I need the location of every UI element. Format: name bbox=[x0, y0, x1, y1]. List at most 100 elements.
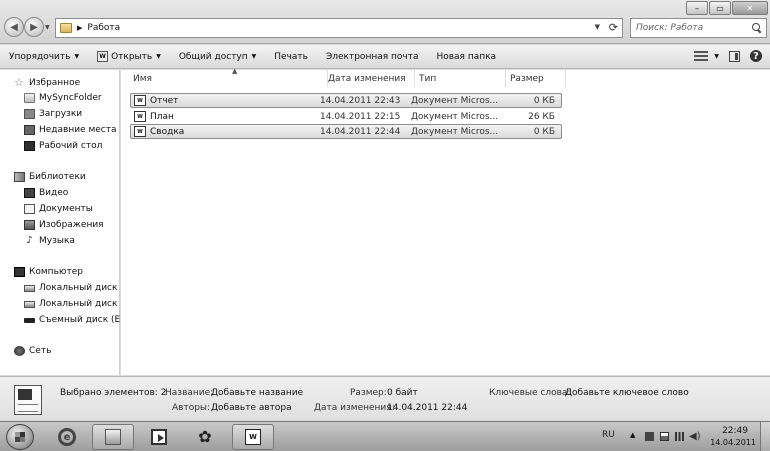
word-icon: W bbox=[245, 429, 261, 445]
word-icon: W bbox=[97, 51, 109, 62]
nav-favorites-label: Избранное bbox=[29, 77, 81, 88]
file-date: 14.04.2011 22:15 bbox=[320, 111, 401, 122]
folder-icon bbox=[60, 23, 72, 33]
address-dropdown-icon[interactable]: ▼ bbox=[595, 23, 600, 31]
recent-pages-dropdown[interactable]: ▼ bbox=[45, 24, 50, 31]
desktop-icon bbox=[24, 141, 35, 151]
file-type: Документ Micros... bbox=[411, 95, 499, 106]
word-document-icon: W bbox=[134, 111, 146, 122]
new-folder-button[interactable]: Новая папка bbox=[427, 46, 505, 68]
title-bar: – ▭ ✕ ◀ ▶ ▼ ▶ Работа ▼ ⟳ Поиск: Работа bbox=[0, 0, 770, 44]
search-input[interactable]: Поиск: Работа bbox=[636, 23, 752, 33]
sort-ascending-icon: ▲ bbox=[232, 67, 238, 75]
share-button[interactable]: Общий доступ ▼ bbox=[170, 46, 265, 68]
organize-label: Упорядочить bbox=[9, 51, 71, 62]
taskbar-ie-button[interactable]: e bbox=[46, 424, 88, 450]
video-icon bbox=[24, 188, 35, 198]
battery-icon[interactable] bbox=[660, 432, 669, 441]
preview-pane-icon[interactable] bbox=[729, 50, 740, 62]
file-name: План bbox=[150, 111, 174, 122]
libraries-icon bbox=[14, 172, 25, 182]
print-label: Печать bbox=[274, 51, 308, 62]
view-options-icon[interactable] bbox=[694, 51, 709, 61]
start-button[interactable] bbox=[6, 424, 34, 450]
column-type-label: Тип bbox=[419, 73, 437, 84]
language-indicator[interactable]: RU bbox=[602, 430, 615, 440]
search-icon[interactable] bbox=[752, 23, 762, 33]
column-header-date[interactable]: Дата изменения bbox=[324, 70, 415, 87]
file-row[interactable]: W Сводка 14.04.2011 22:44 Документ Micro… bbox=[130, 124, 562, 139]
organize-button[interactable]: Упорядочить ▼ bbox=[0, 46, 88, 68]
size-value: 0 байт bbox=[387, 388, 418, 398]
back-button[interactable]: ◀ bbox=[4, 17, 24, 37]
authors-field[interactable]: Добавьте автора bbox=[211, 403, 292, 413]
column-name-label: Имя bbox=[133, 73, 152, 84]
share-label: Общий доступ bbox=[178, 51, 248, 62]
keywords-field[interactable]: Добавьте ключевое слово bbox=[565, 388, 689, 398]
volume-icon[interactable]: ◀) bbox=[689, 432, 701, 442]
maximize-button[interactable]: ▭ bbox=[709, 1, 731, 15]
file-name: Сводка bbox=[150, 126, 185, 137]
refresh-icon[interactable]: ⟳ bbox=[609, 21, 618, 34]
search-box[interactable]: Поиск: Работа bbox=[630, 18, 767, 38]
minimize-button[interactable]: – bbox=[686, 1, 708, 15]
column-header-type[interactable]: Тип bbox=[415, 70, 506, 87]
nav-computer[interactable]: Компьютер bbox=[14, 267, 130, 277]
close-button[interactable]: ✕ bbox=[732, 1, 768, 15]
nav-network[interactable]: Сеть bbox=[14, 346, 130, 356]
size-label: Размер: bbox=[350, 388, 387, 398]
new-folder-label: Новая папка bbox=[436, 51, 497, 62]
view-dropdown-icon[interactable]: ▼ bbox=[714, 53, 719, 60]
title-field[interactable]: Добавьте название bbox=[211, 388, 303, 398]
email-button[interactable]: Электронная почта bbox=[317, 46, 428, 68]
navigation-pane: ☆ Избранное MySyncFolder Загрузки Недавн… bbox=[0, 70, 131, 375]
column-header-size[interactable]: Размер bbox=[506, 70, 566, 87]
file-date: 14.04.2011 22:43 bbox=[320, 95, 401, 106]
print-button[interactable]: Печать bbox=[265, 46, 317, 68]
nav-network-label: Сеть bbox=[29, 346, 52, 356]
nav-item-label: Недавние места bbox=[39, 125, 117, 135]
star-icon: ☆ bbox=[14, 76, 24, 89]
clock-date[interactable]: 14.04.2011 bbox=[710, 438, 756, 447]
taskbar-media-player-button[interactable] bbox=[138, 424, 180, 450]
network-signal-icon[interactable] bbox=[675, 432, 684, 441]
nav-favorites[interactable]: ☆ Избранное bbox=[14, 76, 130, 89]
authors-label: Авторы: bbox=[172, 403, 211, 413]
nav-item-label: Съемный диск (E:) bbox=[39, 315, 127, 325]
file-size: 26 КБ bbox=[528, 111, 555, 122]
nav-libraries[interactable]: Библиотеки bbox=[14, 172, 130, 182]
file-size: 0 КБ bbox=[533, 95, 555, 106]
help-icon[interactable]: ? bbox=[750, 50, 762, 62]
system-tray: RU ▲ ◀) 22:49 14.04.2011 bbox=[590, 422, 770, 451]
word-document-icon: W bbox=[134, 95, 146, 106]
explorer-icon bbox=[105, 429, 121, 445]
breadcrumb-arrow-icon[interactable]: ▶ bbox=[77, 24, 82, 32]
action-center-icon[interactable] bbox=[645, 432, 654, 441]
word-document-icon: W bbox=[134, 126, 146, 137]
file-row[interactable]: W План 14.04.2011 22:15 Документ Micros.… bbox=[130, 109, 562, 124]
nav-item-label: Рабочий стол bbox=[39, 141, 103, 151]
taskbar: e ✿ W RU ▲ ◀) 22:49 14.04.2011 bbox=[0, 421, 770, 451]
file-row[interactable]: W Отчет 14.04.2011 22:43 Документ Micros… bbox=[130, 93, 562, 108]
folder-icon bbox=[24, 93, 35, 103]
column-size-label: Размер bbox=[510, 73, 544, 84]
show-hidden-icons[interactable]: ▲ bbox=[630, 431, 639, 440]
clock-time[interactable]: 22:49 bbox=[722, 426, 748, 436]
taskbar-explorer-button[interactable] bbox=[92, 424, 134, 450]
file-type: Документ Micros... bbox=[411, 111, 499, 122]
show-desktop-button[interactable] bbox=[760, 422, 770, 451]
open-button[interactable]: W Открыть ▼ bbox=[88, 46, 170, 68]
column-header-name[interactable]: Имя ▲ bbox=[129, 67, 328, 87]
breadcrumb-current[interactable]: Работа bbox=[87, 23, 120, 33]
media-player-icon bbox=[151, 429, 167, 445]
address-bar[interactable]: ▶ Работа ▼ ⟳ bbox=[55, 18, 623, 38]
keywords-label: Ключевые слова: bbox=[489, 388, 571, 398]
taskbar-word-button[interactable]: W bbox=[232, 424, 274, 450]
taskbar-app-button[interactable]: ✿ bbox=[184, 424, 226, 450]
file-size: 0 КБ bbox=[533, 126, 555, 137]
forward-button[interactable]: ▶ bbox=[24, 17, 44, 37]
downloads-icon bbox=[24, 109, 35, 119]
removable-disk-icon bbox=[24, 317, 35, 323]
modified-label: Дата изменения: bbox=[314, 403, 395, 413]
nav-item-label: Документы bbox=[39, 204, 93, 214]
